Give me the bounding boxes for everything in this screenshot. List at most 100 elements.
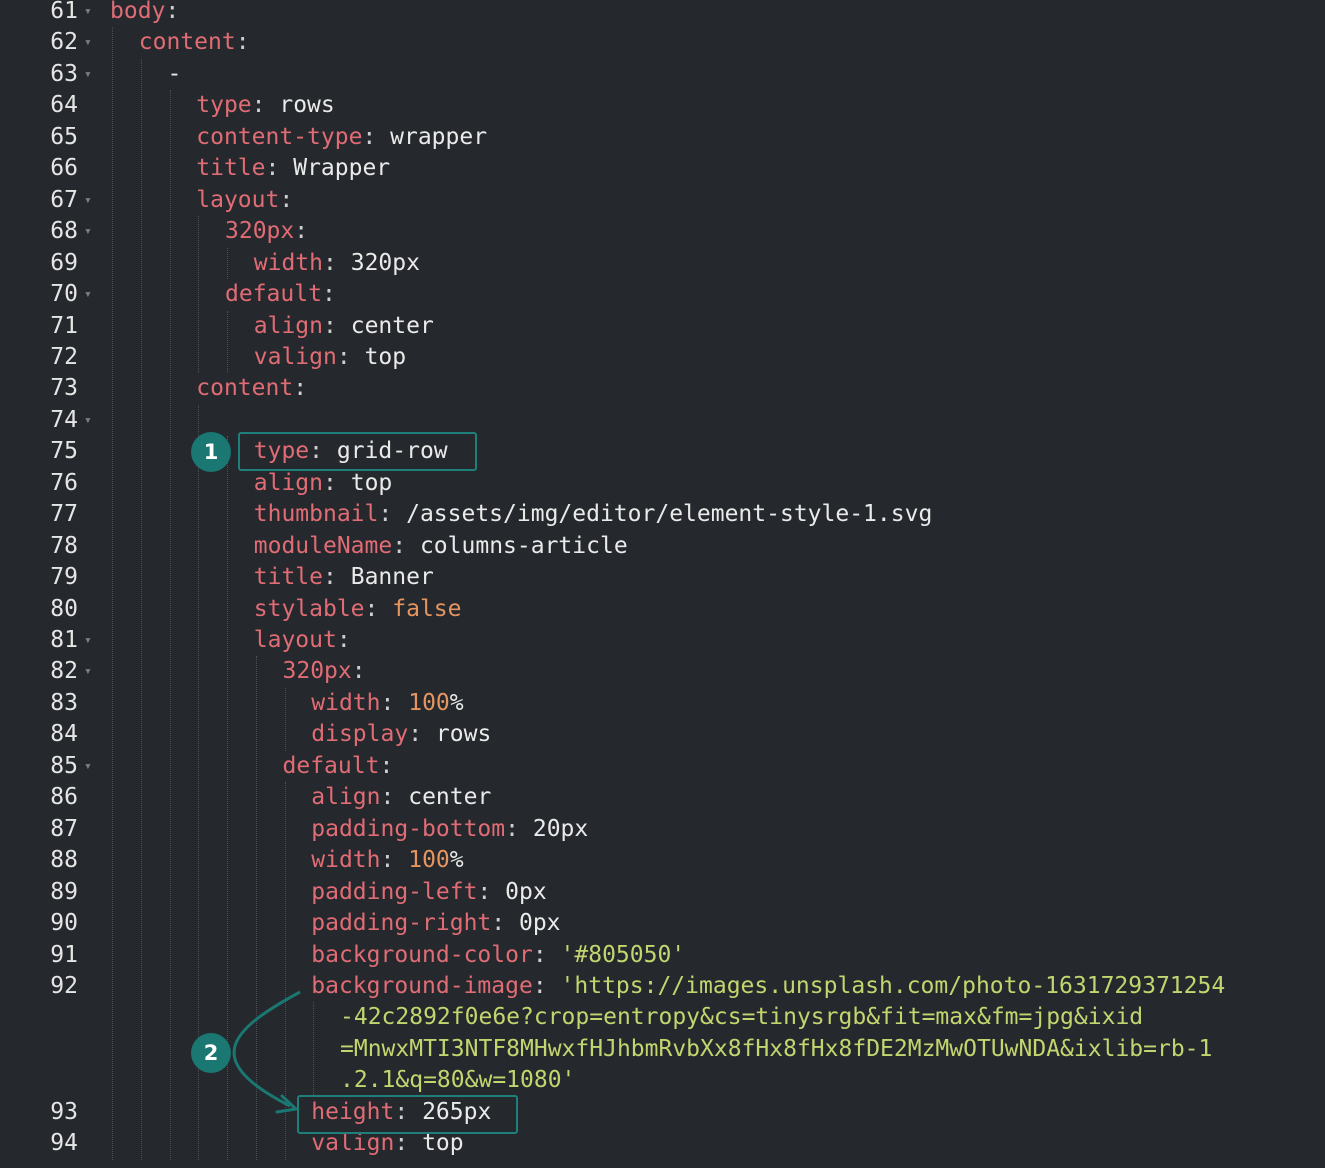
yaml-value: /assets/img/editor/element-style-1.svg (406, 501, 933, 528)
line-number: 85 (50, 752, 78, 779)
colon: : (165, 0, 180, 24)
annotation-badge-1: 1 (191, 432, 231, 472)
yaml-key: padding-left (311, 878, 478, 905)
line-number: 93 (50, 1098, 78, 1125)
value-suffix: % (449, 847, 464, 874)
code-text: display: rows (311, 719, 491, 751)
line-number: 67 (50, 186, 78, 213)
yaml-key: moduleName (253, 532, 393, 559)
line-number: 82 (50, 658, 78, 685)
highlight-box-height (297, 1095, 518, 1134)
fold-toggle-icon[interactable]: ▾ (84, 27, 92, 59)
code-line[interactable]: 65 content-type: wrapper (0, 122, 1325, 154)
code-line[interactable]: 64 type: rows (0, 90, 1325, 122)
indent-guide (112, 27, 113, 1160)
fold-toggle-icon[interactable]: ▾ (84, 405, 92, 437)
code-text: padding-right: 0px (311, 908, 560, 940)
yaml-value: rows (279, 92, 335, 119)
yaml-value: 20px (532, 815, 589, 842)
code-text: background-color: '#805050' (311, 940, 685, 972)
fold-toggle-icon[interactable]: ▾ (84, 751, 92, 783)
colon: : (362, 123, 377, 150)
code-line[interactable]: 67 ▾ layout: (0, 185, 1325, 217)
code-text: title: Banner (254, 562, 434, 594)
yaml-key: align (253, 469, 323, 496)
colon: : (294, 218, 309, 245)
colon: : (321, 281, 336, 308)
indent-guide (227, 247, 228, 280)
yaml-value: center (408, 784, 492, 811)
indent-guide (313, 1002, 315, 1097)
line-number: 81 (50, 627, 78, 653)
fold-toggle-icon[interactable]: ▾ (84, 279, 92, 311)
code-text: title: Wrapper (196, 153, 390, 185)
fold-toggle-icon[interactable]: ▾ (84, 216, 92, 248)
indent-guide (284, 782, 286, 1160)
line-number: 77 (50, 501, 78, 528)
line-number: 79 (50, 564, 78, 591)
yaml-key: thumbnail (253, 501, 379, 528)
line-number: 61 (50, 0, 78, 24)
code-text: layout: (254, 625, 351, 657)
yaml-value: 320px (350, 249, 420, 276)
code-text: content: (139, 27, 250, 59)
line-number: 88 (50, 847, 78, 874)
indent-guide (227, 310, 228, 374)
colon: : (251, 92, 266, 119)
line-number: 89 (50, 878, 78, 905)
code-line[interactable]: 62 ▾ content: (0, 27, 1325, 59)
yaml-value: 0px (505, 878, 547, 905)
line-number: 69 (50, 249, 78, 276)
colon: : (491, 910, 506, 937)
indent-guide (284, 687, 286, 751)
line-number: 72 (50, 343, 78, 370)
line-number: 80 (50, 595, 78, 622)
yaml-key: background-color (311, 941, 533, 968)
fold-toggle-icon[interactable]: ▾ (84, 625, 92, 657)
code-text: 320px: (283, 656, 366, 688)
yaml-key: width (311, 689, 381, 716)
yaml-key: valign (253, 343, 337, 370)
code-text: content: (196, 373, 307, 405)
code-text: padding-bottom: 20px (311, 814, 588, 846)
colon: : (379, 752, 394, 779)
yaml-key: stylable (253, 595, 365, 622)
code-editor[interactable]: 61 ▾ body: 62 ▾ content: 63 ▾ -64 type: rows 65 con… (0, 0, 1325, 1168)
line-number: 86 (50, 784, 78, 811)
line-number: 75 (50, 438, 78, 465)
indent-guide (169, 90, 171, 1160)
fold-toggle-icon[interactable]: ▾ (84, 185, 92, 217)
yaml-key: width (253, 249, 323, 276)
yaml-key: title (253, 564, 323, 591)
code-line[interactable]: 66 title: Wrapper (0, 153, 1325, 185)
line-number: 87 (50, 815, 78, 842)
code-line[interactable]: 61 ▾ body: (0, 0, 1325, 28)
code-text: type: rows (196, 90, 335, 122)
colon: : (279, 186, 294, 213)
colon: : (323, 564, 337, 591)
code-line[interactable]: 73 content: (0, 373, 1325, 405)
code-text: padding-left: 0px (311, 877, 546, 909)
line-number: 76 (50, 469, 78, 496)
code-text: body: (110, 0, 179, 28)
yaml-key: default (282, 752, 380, 779)
yaml-key: default (225, 281, 322, 308)
colon: : (336, 343, 351, 370)
colon: : (380, 784, 395, 811)
fold-toggle-icon[interactable]: ▾ (84, 656, 92, 688)
code-text: width: 100% (311, 688, 463, 720)
line-number: 83 (50, 689, 78, 716)
colon: : (394, 1130, 409, 1157)
yaml-value: top (350, 469, 393, 496)
code-text: align: center (254, 311, 434, 343)
code-text: background-image: 'https://images.unspla… (311, 971, 1225, 1003)
line-number: 84 (50, 721, 78, 748)
code-line[interactable]: 63 ▾ - (0, 59, 1325, 91)
line-number: 74 (50, 406, 78, 433)
fold-toggle-icon[interactable]: ▾ (84, 59, 92, 91)
code-text: .2.1&q=80&w=1080' (340, 1065, 575, 1097)
yaml-key: body (110, 0, 166, 24)
line-number: 78 (50, 532, 78, 559)
fold-toggle-icon[interactable]: ▾ (84, 0, 92, 28)
colon: : (336, 627, 351, 653)
